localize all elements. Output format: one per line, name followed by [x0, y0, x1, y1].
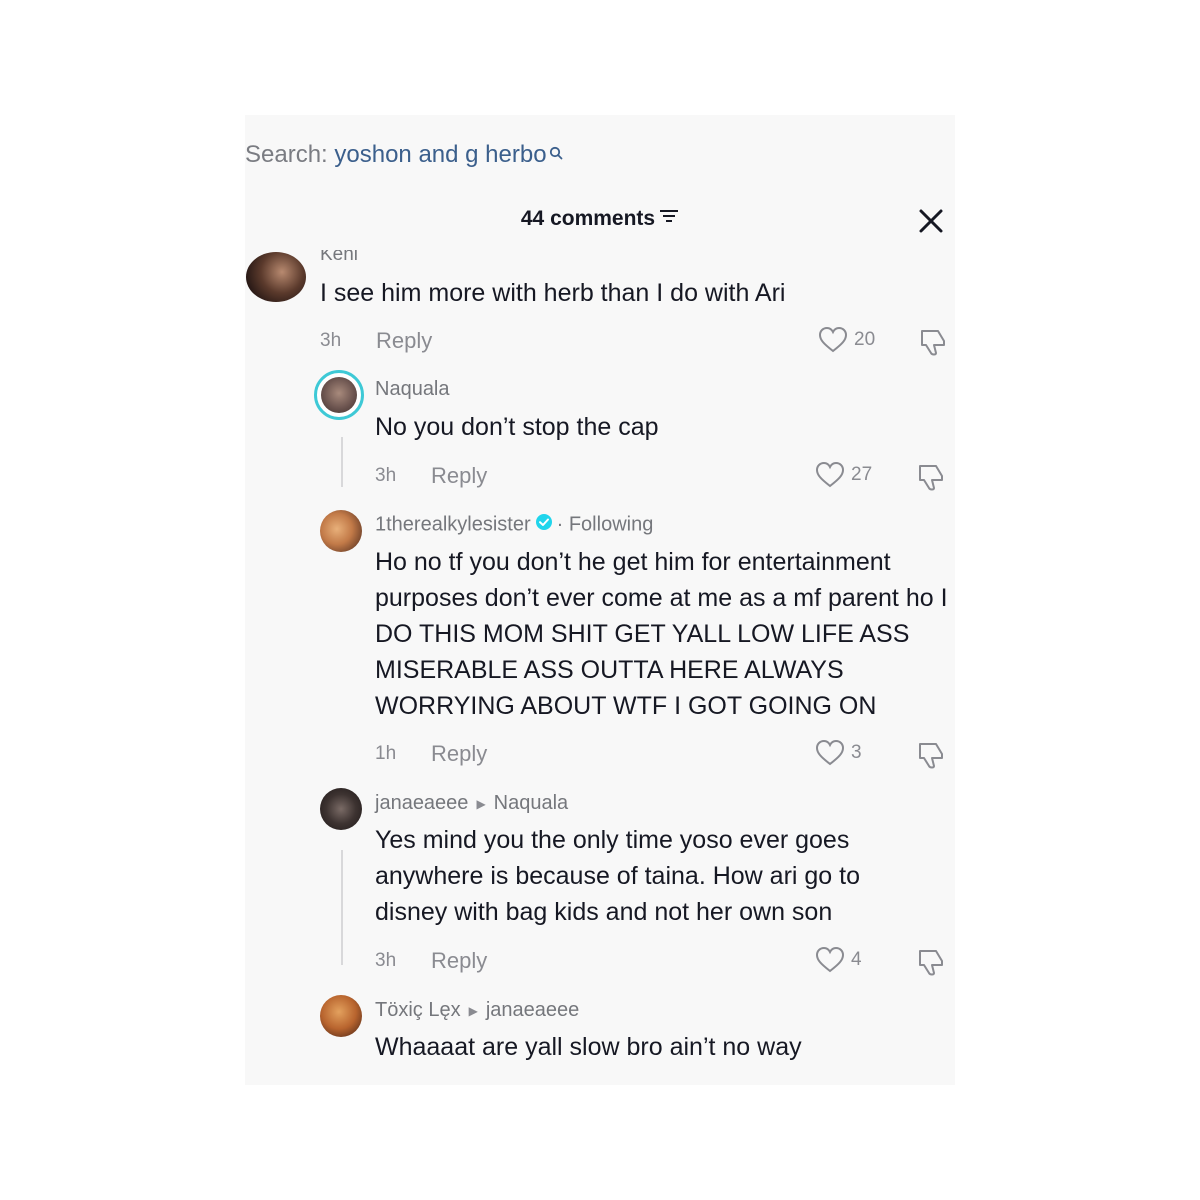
thumbs-down-icon[interactable]: [918, 327, 950, 357]
comment-username[interactable]: Naquala: [375, 378, 450, 401]
heart-icon[interactable]: [815, 461, 845, 489]
thread-line: [341, 437, 343, 487]
like-button[interactable]: 27: [815, 461, 872, 489]
comments-panel: Search: yoshon and g herbo 44 comments K…: [245, 115, 955, 1085]
username-text[interactable]: Töxiç Lęx: [375, 999, 461, 1021]
comment-time: 3h: [320, 330, 342, 351]
like-count: 3: [851, 742, 862, 763]
following-label: · Following: [556, 513, 654, 536]
dislike-button[interactable]: [918, 327, 950, 362]
thread-line: [341, 850, 343, 965]
dislike-button[interactable]: [916, 740, 948, 775]
like-count: 20: [854, 329, 876, 350]
like-button[interactable]: 20: [818, 326, 875, 354]
comment-username[interactable]: janaeaeee ▶ Naquala: [375, 792, 568, 815]
avatar[interactable]: [320, 995, 362, 1037]
search-bar[interactable]: Search: yoshon and g herbo: [245, 141, 563, 169]
reply-to-username[interactable]: janaeaeee: [486, 999, 579, 1021]
reply-arrow-icon: ▶: [476, 796, 486, 811]
search-label: Search:: [245, 141, 328, 168]
comment-text: Yes mind you the only time yoso ever goe…: [375, 826, 860, 926]
thumbs-down-icon[interactable]: [916, 462, 948, 492]
like-button[interactable]: 4: [815, 946, 862, 974]
comments-count: 44 comments: [520, 207, 656, 230]
search-icon[interactable]: [549, 139, 563, 167]
heart-icon[interactable]: [815, 946, 845, 974]
dislike-button[interactable]: [916, 947, 948, 982]
reply-button[interactable]: Reply: [376, 328, 432, 354]
close-button[interactable]: [917, 207, 945, 235]
comment-text: No you don’t stop the cap: [375, 413, 659, 441]
close-icon[interactable]: [917, 207, 945, 235]
comment-time: 3h: [375, 465, 397, 486]
username-text[interactable]: janaeaeee: [375, 792, 468, 814]
reply-to-username[interactable]: Naquala: [494, 792, 569, 814]
verified-badge-icon: [535, 513, 553, 537]
comment-time: 3h: [375, 950, 397, 971]
thumbs-down-icon[interactable]: [916, 740, 948, 770]
reply-button[interactable]: Reply: [431, 741, 487, 767]
dislike-button[interactable]: [916, 462, 948, 497]
like-button[interactable]: 3: [815, 739, 862, 767]
reply-button[interactable]: Reply: [431, 948, 487, 974]
comment-time: 1h: [375, 743, 397, 764]
search-query[interactable]: yoshon and g herbo: [334, 141, 546, 168]
comments-header: 44 comments: [245, 207, 955, 231]
like-count: 4: [851, 949, 862, 970]
avatar[interactable]: [314, 370, 364, 420]
heart-icon[interactable]: [818, 326, 848, 354]
reply-button[interactable]: Reply: [431, 463, 487, 489]
username-text[interactable]: 1therealkylesister: [375, 513, 531, 535]
comment-text: Whaaaat are yall slow bro ain’t no way: [375, 1033, 802, 1061]
avatar[interactable]: [320, 788, 362, 830]
sort-icon[interactable]: [659, 206, 679, 230]
comment-username[interactable]: Töxiç Lęx ▶ janaeaeee: [375, 999, 579, 1022]
comment-username[interactable]: Keni: [320, 250, 358, 266]
heart-icon[interactable]: [815, 739, 845, 767]
like-count: 27: [851, 464, 873, 485]
comment-text: Ho no tf you don’t he get him for entert…: [375, 548, 948, 720]
comment-text: I see him more with herb than I do with …: [320, 279, 786, 307]
comment-username[interactable]: 1therealkylesister · Following: [375, 513, 653, 537]
thumbs-down-icon[interactable]: [916, 947, 948, 977]
avatar[interactable]: [320, 510, 362, 552]
reply-arrow-icon: ▶: [468, 1003, 478, 1018]
avatar[interactable]: [246, 252, 306, 302]
